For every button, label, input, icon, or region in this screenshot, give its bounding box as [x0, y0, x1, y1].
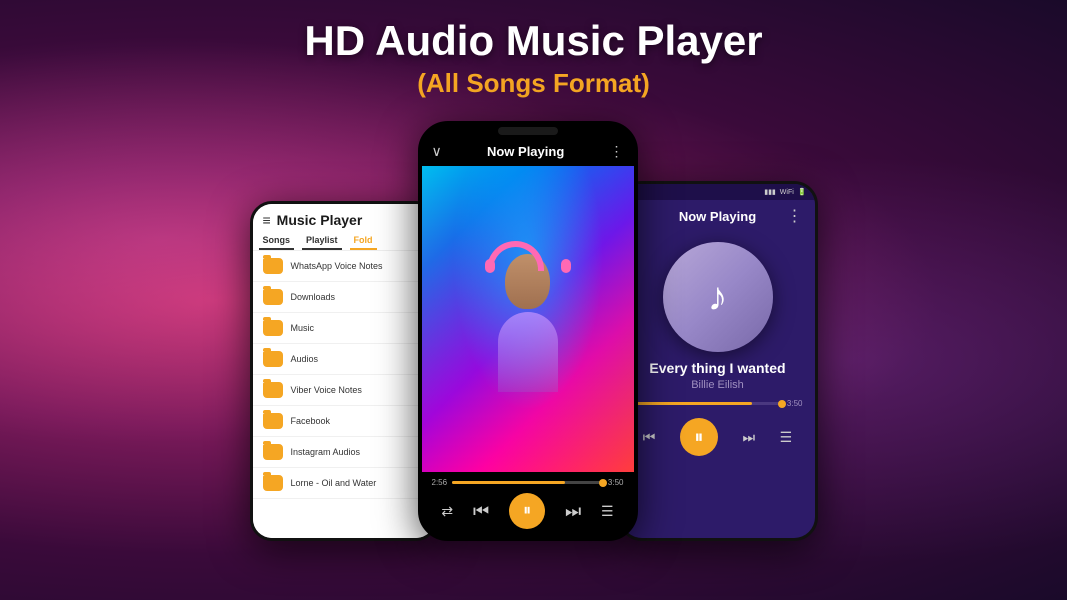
folder-icon [263, 382, 283, 398]
list-item[interactable]: WhatsApp Voice Notes [253, 251, 435, 282]
right-queue-button[interactable]: ☰ [780, 429, 793, 446]
folder-icon [263, 351, 283, 367]
header-section: HD Audio Music Player (All Songs Format) [304, 0, 762, 99]
album-photo [422, 166, 634, 472]
phone-center-screen: ∨ Now Playing ⋮ [422, 125, 634, 537]
file-name: Viber Voice Notes [291, 385, 362, 395]
file-name: Facebook [291, 416, 331, 426]
music-note-icon: ♪ [708, 275, 728, 320]
subtitle: (All Songs Format) [304, 68, 762, 99]
phone-right-screen: ▮▮▮ WiFi 🔋 Now Playing ⋮ ♪ Every thing I… [621, 184, 815, 538]
phone-left: ≡ Music Player Songs Playlist Fold Whats… [250, 201, 438, 541]
right-song-artist: Billie Eilish [631, 379, 805, 391]
main-content: HD Audio Music Player (All Songs Format)… [0, 0, 1067, 600]
right-song-title: Every thing I wanted [631, 360, 805, 376]
left-tabs: Songs Playlist Fold [253, 228, 435, 251]
tab-playlist[interactable]: Playlist [302, 232, 342, 250]
signal-icon: ▮▮▮ [764, 188, 776, 196]
tab-songs[interactable]: Songs [259, 232, 295, 250]
tab-folder[interactable]: Fold [350, 232, 377, 250]
right-progress-dot [778, 400, 786, 408]
right-pause-icon: ⏸ [694, 427, 703, 448]
folder-icon [263, 258, 283, 274]
file-name: Instagram Audios [291, 447, 361, 457]
camera-cutout [498, 127, 558, 135]
phone-left-screen: ≡ Music Player Songs Playlist Fold Whats… [253, 204, 435, 538]
pause-button[interactable]: ⏸ [509, 493, 545, 529]
right-progress-track[interactable] [633, 402, 782, 405]
file-name: Downloads [291, 292, 336, 302]
shuffle-button[interactable]: ⇄ [441, 503, 453, 520]
progress-fill [452, 481, 565, 484]
queue-button[interactable]: ☰ [601, 503, 614, 520]
file-name: WhatsApp Voice Notes [291, 261, 383, 271]
main-title: HD Audio Music Player [304, 18, 762, 64]
chevron-down-icon[interactable]: ∨ [432, 143, 442, 160]
right-now-playing-label: Now Playing [679, 209, 756, 224]
folder-icon [263, 444, 283, 460]
folder-icon [263, 320, 283, 336]
current-time: 2:56 [432, 478, 448, 487]
folder-icon [263, 413, 283, 429]
right-total-time: 3:50 [787, 399, 803, 408]
right-more-options-icon[interactable]: ⋮ [786, 206, 802, 226]
progress-dot [599, 479, 607, 487]
right-playback-controls: ⏮ ⏸ ⏭ ☰ [621, 418, 815, 456]
file-name: Music [291, 323, 315, 333]
list-item[interactable]: Downloads [253, 282, 435, 313]
total-time: 3:50 [608, 478, 624, 487]
pause-icon: ⏸ [523, 502, 531, 520]
right-progress-bar: 3:50 [621, 399, 815, 408]
list-item[interactable]: Lorne - Oil and Water [253, 468, 435, 499]
list-item[interactable]: Instagram Audios [253, 437, 435, 468]
folder-icon [263, 475, 283, 491]
center-now-playing-label: Now Playing [487, 144, 564, 159]
center-progress-bar: 2:56 3:50 [432, 478, 624, 487]
wifi-icon: WiFi [780, 189, 794, 196]
list-item[interactable]: Audios [253, 344, 435, 375]
battery-icon: 🔋 [798, 188, 807, 196]
folder-icon [263, 289, 283, 305]
center-playback-controls: ⇄ ⏮ ⏸ ⏭ ☰ [432, 493, 624, 529]
progress-track[interactable] [452, 481, 603, 484]
center-player-controls: 2:56 3:50 ⇄ ⏮ ⏸ [422, 472, 634, 537]
center-header: ∨ Now Playing ⋮ [422, 137, 634, 166]
left-app-title: Music Player [277, 212, 363, 228]
right-next-button[interactable]: ⏭ [742, 429, 755, 446]
list-item[interactable]: Facebook [253, 406, 435, 437]
more-options-icon[interactable]: ⋮ [609, 143, 623, 160]
center-album-art [422, 166, 634, 472]
list-item[interactable]: Music [253, 313, 435, 344]
file-name: Lorne - Oil and Water [291, 478, 377, 488]
file-name: Audios [291, 354, 319, 364]
right-progress-fill [633, 402, 753, 405]
hamburger-icon[interactable]: ≡ [263, 212, 271, 228]
right-status-bar: ▮▮▮ WiFi 🔋 [621, 184, 815, 200]
right-song-info: Every thing I wanted Billie Eilish [621, 360, 815, 399]
phones-row: ≡ Music Player Songs Playlist Fold Whats… [230, 121, 838, 541]
phone-notch [422, 125, 634, 137]
phone-right: ▮▮▮ WiFi 🔋 Now Playing ⋮ ♪ Every thing I… [618, 181, 818, 541]
right-album-art: ♪ [663, 242, 773, 352]
left-header: ≡ Music Player [253, 204, 435, 228]
phone-center: ∨ Now Playing ⋮ [418, 121, 638, 541]
right-prev-button[interactable]: ⏮ [643, 429, 656, 446]
next-button[interactable]: ⏭ [565, 501, 581, 522]
right-pause-button[interactable]: ⏸ [680, 418, 718, 456]
list-item[interactable]: Viber Voice Notes [253, 375, 435, 406]
right-header: Now Playing ⋮ [621, 200, 815, 232]
file-list: WhatsApp Voice Notes Downloads Music Aud… [253, 251, 435, 538]
prev-button[interactable]: ⏮ [473, 501, 489, 522]
